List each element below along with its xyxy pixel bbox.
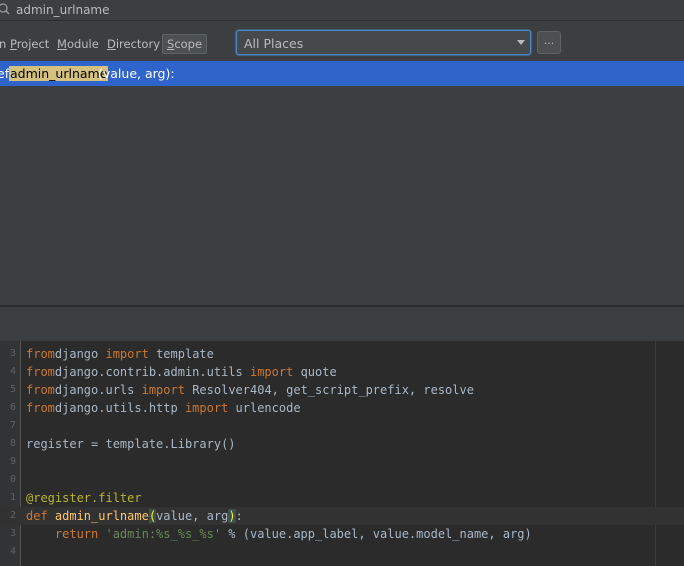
code-line[interactable]: 5 fromdjango.urls import Resolver404, get… <box>0 381 684 399</box>
code-preview-editor[interactable]: 3 fromdjango import template 4 fromdjango.c… <box>0 341 684 566</box>
line-number: 6 <box>9 402 16 413</box>
code-line[interactable]: 1 @register.filter <box>0 489 684 507</box>
line-number: 3 <box>9 528 16 539</box>
line-number: 3 <box>9 348 16 359</box>
line-number: 7 <box>9 420 16 431</box>
line-number: 9 <box>9 456 16 467</box>
code-text: fromdjango import template <box>26 347 214 361</box>
code-text: def admin_urlname(value, arg): <box>26 509 243 523</box>
code-text: fromdjango.utils.http import urlencode <box>26 401 301 415</box>
places-dropdown-value: All Places <box>244 36 304 51</box>
result-prefix: ef <box>0 66 10 81</box>
search-icon <box>0 3 10 15</box>
code-text: fromdjango.contrib.admin.utils import qu… <box>26 365 337 379</box>
code-line[interactable]: 3 fromdjango import template <box>0 345 684 363</box>
scope-module-option[interactable]: Module <box>57 37 99 51</box>
result-match-highlight: admin_urlname <box>9 66 109 81</box>
code-line[interactable]: 3 return 'admin:%s_%s_%s' % (value.app_l… <box>0 525 684 543</box>
search-result-row[interactable]: ef admin_urlname (value, arg): <box>0 61 684 86</box>
code-text: return 'admin:%s_%s_%s' % (value.app_lab… <box>54 527 532 541</box>
scope-directory-option[interactable]: Directory <box>107 37 160 51</box>
code-text: @register.filter <box>26 491 142 505</box>
code-line[interactable]: 2 def admin_urlname(value, arg): <box>0 507 684 525</box>
code-line[interactable]: 4 <box>0 543 684 561</box>
code-line[interactable]: 6 fromdjango.utils.http import urlencode <box>0 399 684 417</box>
code-text: register = template.Library() <box>26 437 236 451</box>
line-number: 5 <box>9 384 16 395</box>
code-line[interactable]: 0 <box>0 471 684 489</box>
line-number: 1 <box>9 492 16 503</box>
line-number: 2 <box>9 510 16 521</box>
line-number: 4 <box>9 546 16 557</box>
code-line[interactable]: 7 <box>0 417 684 435</box>
results-list <box>0 86 684 305</box>
scope-in-project-option[interactable]: n Project <box>0 37 49 51</box>
line-number: 8 <box>9 438 16 449</box>
result-suffix: (value, arg): <box>98 66 175 81</box>
code-text: fromdjango.urls import Resolver404, get_… <box>26 383 474 397</box>
code-line[interactable]: 8 register = template.Library() <box>0 435 684 453</box>
more-options-button[interactable]: ... <box>537 31 561 54</box>
scope-scope-option[interactable]: Scope <box>162 34 208 54</box>
line-number: 4 <box>9 366 16 377</box>
search-input[interactable]: admin_urlname <box>16 3 110 17</box>
chevron-down-icon <box>517 40 525 45</box>
code-line[interactable]: 9 <box>0 453 684 471</box>
search-bar[interactable]: admin_urlname <box>0 0 684 21</box>
places-dropdown[interactable]: All Places <box>236 30 531 55</box>
line-number: 0 <box>9 474 16 485</box>
preview-header <box>0 307 684 342</box>
code-line[interactable]: 4 fromdjango.contrib.admin.utils import q… <box>0 363 684 381</box>
